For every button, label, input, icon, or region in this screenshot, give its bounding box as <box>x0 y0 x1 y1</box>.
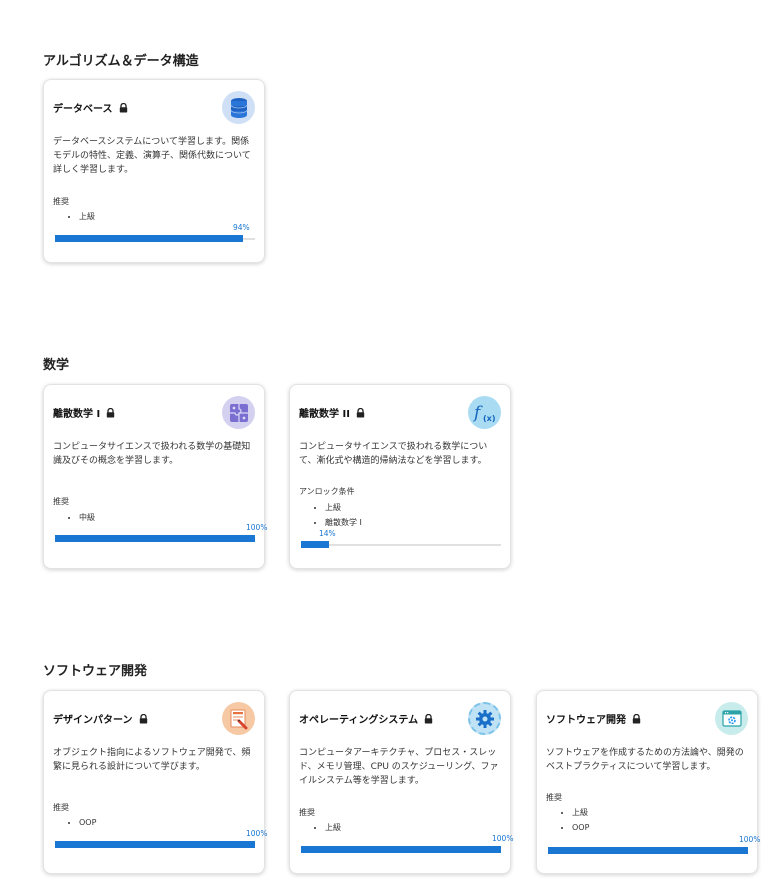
browser-gear-icon <box>715 702 748 735</box>
lock-icon <box>632 714 641 724</box>
card-description: ソフトウェアを作成するための方法論や、開発のベストプラクティスについて学習します… <box>546 748 744 772</box>
section-title-software-dev: ソフトウェア開発 <box>43 664 148 679</box>
progress-bar <box>548 847 748 854</box>
requirement-label: アンロック条件 <box>299 487 355 496</box>
progress-bar <box>301 846 501 853</box>
requirement-item: OOP <box>572 820 589 835</box>
progress-label: 100% <box>246 523 268 532</box>
puzzle-icon <box>222 396 255 429</box>
requirement-list: 上級 <box>299 820 341 835</box>
section-title-math: 数学 <box>43 358 70 373</box>
lock-icon <box>107 408 115 418</box>
requirement-label: 推奨 <box>53 803 69 812</box>
progress-label: 14% <box>319 529 336 538</box>
progress-bar <box>301 541 501 548</box>
requirement-item: 離散数学 I <box>325 515 362 530</box>
card-description: データベースシステムについて学習します。関係モデルの特性、定義、演算子、関係代数… <box>53 137 251 175</box>
requirement-list: 上級 離散数学 I <box>299 500 362 530</box>
card-description: コンピュータサイエンスで扱われる数学について、漸化式や構造的帰納法などを学習しま… <box>299 442 488 466</box>
gear-icon <box>468 702 501 735</box>
card-title: データベース <box>53 100 128 115</box>
card-title: デザインパターン <box>53 711 148 726</box>
progress-fill <box>55 841 255 848</box>
card-title: 離散数学 II <box>299 405 365 420</box>
requirement-item: 中級 <box>79 510 95 525</box>
design-pencil-icon <box>222 702 255 735</box>
requirement-item: 上級 <box>572 805 589 820</box>
requirement-label: 推奨 <box>546 793 562 802</box>
svg-text:(x): (x) <box>483 414 495 423</box>
card-description: コンピュータアーキテクチャ、プロセス・スレッド、メモリ管理、CPU のスケジュー… <box>299 748 499 786</box>
progress-fill <box>301 541 329 548</box>
requirement-list: 中級 <box>53 510 95 525</box>
card-title: 離散数学 I <box>53 405 115 420</box>
lock-icon <box>356 408 365 418</box>
requirement-list: 上級 OOP <box>546 805 589 835</box>
progress-label: 94% <box>233 223 250 232</box>
requirement-label: 推奨 <box>53 497 69 506</box>
card-title: ソフトウェア開発 <box>546 711 641 726</box>
requirement-list: 上級 <box>53 209 95 224</box>
card-description: コンピュータサイエンスで扱われる数学の基礎知識及びその概念を学習します。 <box>53 442 251 466</box>
function-icon: f (x) <box>468 396 501 429</box>
requirement-item: 上級 <box>79 209 95 224</box>
course-card-operating-systems[interactable]: オペレーティングシステム コンピュータアーキテクチャ、プロセス・スレッド、メモリ… <box>289 690 514 874</box>
course-card-discrete-math-2[interactable]: 離散数学 II f (x) コンピュータサイエンスで扱われる数学について、漸化式や… <box>289 384 511 569</box>
progress-label: 100% <box>246 829 268 838</box>
course-card-discrete-math-1[interactable]: 離散数学 I コンピュータサイエンスで扱われる数学の基礎知識及びその概念を学習し… <box>43 384 268 569</box>
progress-fill <box>548 847 748 854</box>
requirement-list: OOP <box>53 815 96 830</box>
course-card-database[interactable]: データベース データベースシステムについて学習します。関係モデルの特性、定義、演… <box>43 79 265 263</box>
course-card-software-development[interactable]: ソフトウェア開発 ソフトウェアを作成するための方法論や、開発のベストプラクティス… <box>536 690 761 874</box>
progress-fill <box>55 235 243 242</box>
lock-icon <box>139 714 147 724</box>
requirement-label: 推奨 <box>53 197 69 206</box>
lock-icon <box>424 714 433 724</box>
progress-bar <box>55 235 255 242</box>
card-description: オブジェクト指向によるソフトウェア開発で、頻繁に見られる設計について学びます。 <box>53 748 251 772</box>
progress-fill <box>301 846 501 853</box>
progress-label: 100% <box>739 835 761 844</box>
requirement-item: 上級 <box>325 820 341 835</box>
lock-icon <box>119 103 127 113</box>
requirement-item: OOP <box>79 815 96 830</box>
progress-bar <box>55 535 255 542</box>
progress-bar <box>55 841 255 848</box>
course-card-design-patterns[interactable]: デザインパターン オブジェクト指向によるソフトウェア開発で、頻繁に見られる設計に… <box>43 690 268 874</box>
progress-fill <box>55 535 255 542</box>
section-title-algorithms: アルゴリズム＆データ構造 <box>43 54 199 69</box>
database-icon <box>222 91 255 124</box>
card-title: オペレーティングシステム <box>299 711 433 726</box>
requirement-label: 推奨 <box>299 808 315 817</box>
progress-label: 100% <box>492 834 514 843</box>
svg-text:f: f <box>473 403 483 423</box>
requirement-item: 上級 <box>325 500 362 515</box>
